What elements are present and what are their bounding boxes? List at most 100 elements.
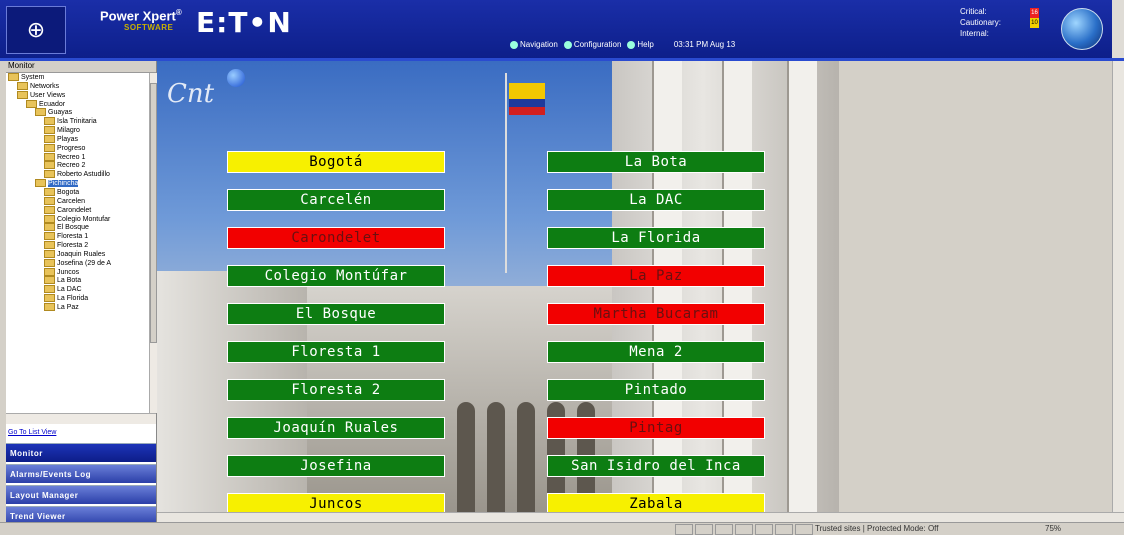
site-status-button[interactable]: Zabala	[547, 493, 765, 512]
tree-item[interactable]: Floresta 1	[6, 232, 149, 241]
tree-item[interactable]: Floresta 2	[6, 241, 149, 250]
site-status-button[interactable]: Bogotá	[227, 151, 445, 173]
site-status-button[interactable]: Pintag	[547, 417, 765, 439]
folder-icon	[44, 134, 55, 143]
monitor-tree-header: Monitor	[6, 61, 156, 73]
folder-icon	[26, 99, 37, 108]
site-status-button[interactable]: Colegio Montúfar	[227, 265, 445, 287]
app-header: ⊕ Power Xpert® SOFTWARE E:T•N Navigation…	[0, 0, 1124, 61]
eaton-logo: E:T•N	[196, 6, 292, 39]
tree-item-label: Pichincha	[48, 179, 79, 187]
folder-icon	[44, 232, 55, 241]
tree-item[interactable]: Colegio Montufar	[6, 214, 149, 224]
tree-item[interactable]: La Paz	[6, 302, 149, 312]
network-icon[interactable]: ⊕	[6, 6, 66, 54]
alarms-events-log-button[interactable]: Alarms/Events Log	[6, 464, 156, 483]
folder-icon	[44, 302, 55, 311]
folder-icon	[44, 258, 55, 267]
zoom-level[interactable]: 75%	[1045, 524, 1061, 533]
tree-item[interactable]: Pichincha	[6, 179, 149, 188]
nav-configuration[interactable]: Configuration	[563, 40, 621, 49]
nav-navigation[interactable]: Navigation	[510, 40, 558, 49]
site-status-button[interactable]: El Bosque	[227, 303, 445, 325]
site-status-button[interactable]: Juncos	[227, 493, 445, 512]
site-status-button[interactable]: Mena 2	[547, 341, 765, 363]
tree-item[interactable]: Playas	[6, 134, 149, 144]
layout-manager-button[interactable]: Layout Manager	[6, 485, 156, 504]
cautionary-count-badge[interactable]: 10	[1030, 18, 1039, 28]
tree-item[interactable]: Roberto Astudillo	[6, 170, 149, 179]
tree-item-label: System	[21, 73, 45, 81]
site-status-button[interactable]: La Bota	[547, 151, 765, 173]
tree-item[interactable]: Recreo 2	[6, 161, 149, 170]
tree-item-label: Carondelet	[57, 206, 92, 214]
tree-item[interactable]: Bogota	[6, 187, 149, 197]
alarm-status-labels: Critical: Cautionary: Internal:	[960, 6, 1001, 39]
site-status-button[interactable]: San Isidro del Inca	[547, 455, 765, 477]
tree-item[interactable]: Networks	[6, 81, 149, 91]
header-nav: Navigation Configuration Help 03:31 PM A…	[510, 40, 735, 49]
site-status-button[interactable]: Floresta 1	[227, 341, 445, 363]
tree-vertical-scrollbar[interactable]	[149, 73, 157, 413]
critical-count-badge[interactable]: 16	[1030, 8, 1039, 18]
site-status-button[interactable]: Joaquín Ruales	[227, 417, 445, 439]
tree-item[interactable]: La Bota	[6, 276, 149, 285]
tree-item[interactable]: La DAC	[6, 285, 149, 294]
internal-label: Internal:	[960, 29, 989, 38]
tree-item[interactable]: Carondelet	[6, 205, 149, 215]
site-status-button[interactable]: La Florida	[547, 227, 765, 249]
tree-item[interactable]: Ecuador	[6, 99, 149, 109]
tree-item-label: Playas	[57, 135, 79, 143]
tree-item[interactable]: Carcelen	[6, 196, 149, 206]
tree-item[interactable]: User Views	[6, 90, 149, 100]
site-status-button[interactable]: Josefina	[227, 455, 445, 477]
site-tree[interactable]: System Networks User Views Ecuador Guayas Isl…	[6, 73, 149, 413]
folder-icon	[17, 90, 28, 99]
empty-right-area	[839, 61, 1112, 512]
go-to-list-view-link[interactable]: Go To List View	[8, 429, 56, 436]
critical-label: Critical:	[960, 7, 987, 16]
page-vertical-scrollbar[interactable]	[1112, 61, 1124, 512]
tree-item-label: Milagro	[57, 126, 80, 134]
tree-item[interactable]: Milagro	[6, 126, 149, 135]
alarm-badges: 16 10	[1030, 8, 1040, 28]
site-status-button[interactable]: La DAC	[547, 189, 765, 211]
browser-status-bar: Trusted sites | Protected Mode: Off 75%	[0, 522, 1124, 535]
tree-item-label: Networks	[30, 82, 60, 90]
site-status-button[interactable]: La Paz	[547, 265, 765, 287]
nav-help[interactable]: Help	[627, 40, 654, 49]
tree-item-label: La Paz	[57, 303, 79, 311]
tree-item-label: Progreso	[57, 144, 86, 152]
site-status-button[interactable]: Carcelén	[227, 189, 445, 211]
folder-icon	[44, 152, 55, 161]
ecuador-flag	[509, 83, 545, 123]
window-scroll-top[interactable]	[1112, 0, 1124, 58]
tree-item[interactable]: La Florida	[6, 294, 149, 303]
tree-scroll-thumb[interactable]	[150, 83, 157, 343]
site-status-button[interactable]: Carondelet	[227, 227, 445, 249]
tree-item[interactable]: Isla Trinitaria	[6, 117, 149, 126]
tree-item[interactable]: System	[6, 73, 149, 82]
tree-item-label: Roberto Astudillo	[57, 171, 110, 179]
globe-icon	[1061, 8, 1103, 50]
folder-icon	[44, 161, 55, 170]
tree-item[interactable]: Recreo 1	[6, 152, 149, 162]
folder-icon	[44, 170, 55, 179]
folder-icon	[44, 117, 55, 126]
tree-item[interactable]: Josefina (29 de A	[6, 258, 149, 268]
cautionary-label: Cautionary:	[960, 18, 1001, 27]
site-status-button[interactable]: Martha Bucaram	[547, 303, 765, 325]
tree-item-label: Ecuador	[39, 100, 66, 108]
site-status-button[interactable]: Pintado	[547, 379, 765, 401]
tree-item-label: Juncos	[57, 268, 80, 276]
tree-item-label: La Bota	[57, 277, 82, 285]
tree-horizontal-scrollbar[interactable]	[6, 413, 156, 424]
tree-item-label: Bogota	[57, 188, 80, 196]
tree-item[interactable]: Guayas	[6, 108, 149, 117]
tree-item[interactable]: El Bosque	[6, 223, 149, 232]
tree-item[interactable]: Juncos	[6, 267, 149, 277]
tree-item[interactable]: Progreso	[6, 143, 149, 153]
monitor-button[interactable]: Monitor	[6, 443, 156, 462]
tree-item[interactable]: Joaquin Ruales	[6, 249, 149, 259]
site-status-button[interactable]: Floresta 2	[227, 379, 445, 401]
